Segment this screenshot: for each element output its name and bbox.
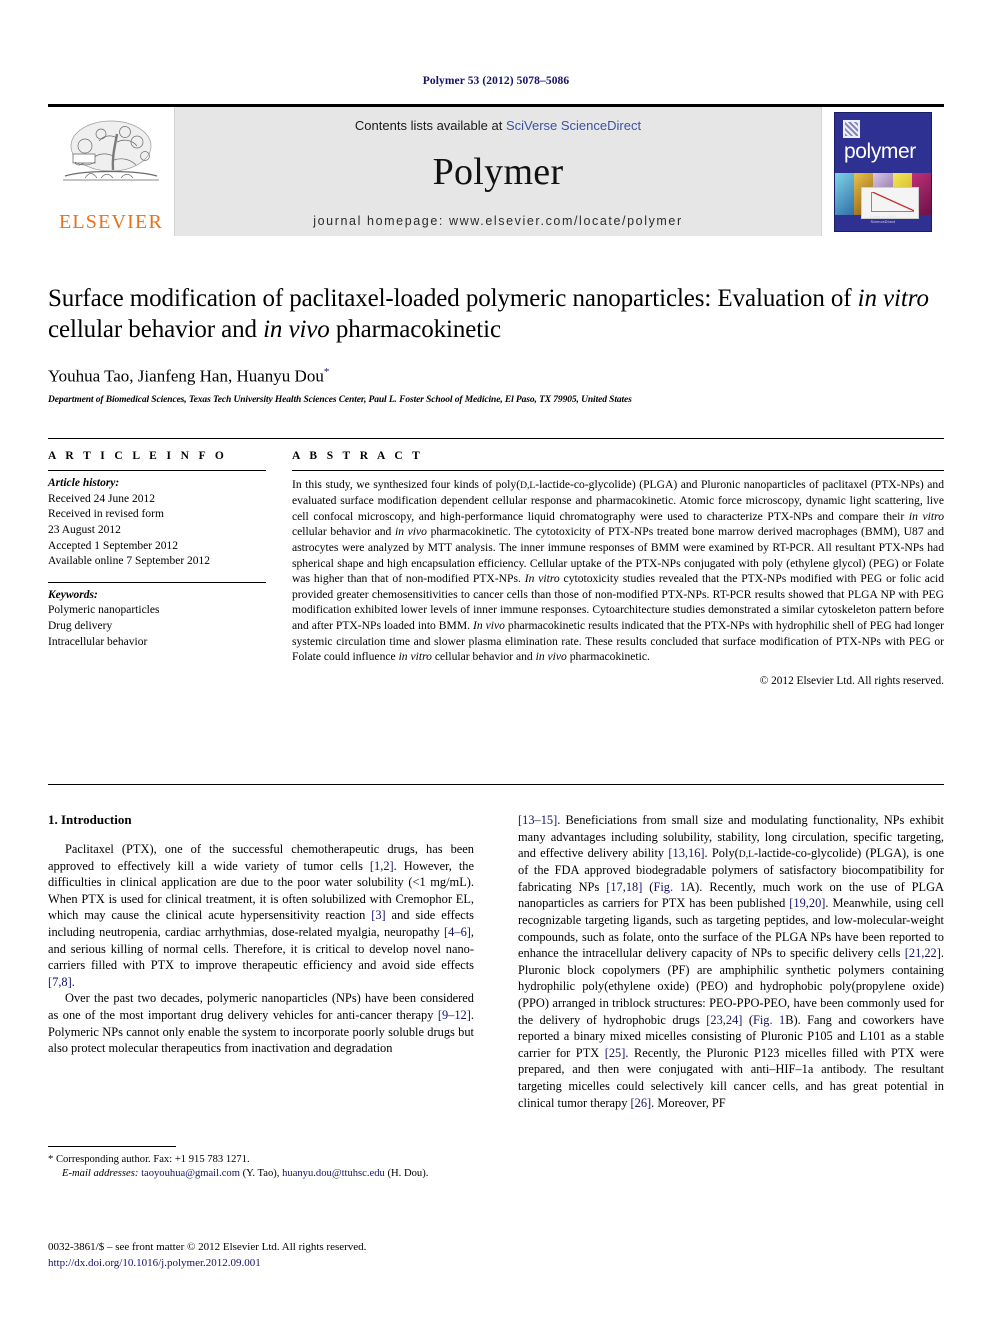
issn-copyright-line: 0032-3861/$ – see front matter © 2012 El… [48, 1241, 367, 1253]
history-item: Received in revised form [48, 508, 164, 521]
citation-link[interactable]: [25] [605, 1046, 626, 1060]
elsevier-tree-icon [55, 116, 167, 212]
citation-link[interactable]: [26] [631, 1096, 652, 1110]
author-names: Youhua Tao, Jianfeng Han, Huanyu Dou [48, 366, 324, 386]
cover-chart-inset [861, 186, 919, 219]
sciencedirect-link[interactable]: SciVerse ScienceDirect [506, 118, 641, 133]
corresponding-author-marker: * [323, 365, 330, 378]
email-link-dou[interactable]: huanyu.dou@ttuhsc.edu [282, 1168, 385, 1179]
journal-cover-thumbnail: polymer Editor-in-Chief ScienceDirect [822, 107, 944, 236]
abstract-text: In this study, we synthesized four kinds… [292, 478, 944, 664]
intro-paragraph-2: Over the past two decades, polymeric nan… [48, 991, 474, 1056]
citation-link[interactable]: [13–15] [518, 813, 557, 827]
journal-homepage-link[interactable]: journal homepage: www.elsevier.com/locat… [313, 214, 683, 228]
journal-title: Polymer [432, 150, 564, 193]
email-owner-dou: (H. Dou). [384, 1168, 429, 1180]
citation-link[interactable]: [17,18] [606, 880, 642, 894]
corresponding-author-note: * Corresponding author. Fax: +1 915 783 … [48, 1153, 474, 1182]
keywords-label: Keywords: [48, 588, 98, 601]
citation-link[interactable]: [7,8] [48, 975, 72, 989]
citation-link[interactable]: [1,2] [370, 859, 394, 873]
email-link-tao[interactable]: taoyouhua@gmail.com [141, 1168, 240, 1179]
title-in-vivo: in vivo [263, 316, 330, 344]
author-list: Youhua Tao, Jianfeng Han, Huanyu Dou* [48, 366, 944, 387]
cover-elsevier-mark-icon [843, 119, 860, 138]
body-columns: 1. Introduction Paclitaxel (PTX), one of… [48, 812, 944, 1111]
contents-prefix: Contents lists available at [354, 117, 506, 133]
citation-link[interactable]: [13,16] [668, 846, 704, 860]
email-addresses-label: E-mail addresses: [62, 1168, 139, 1180]
email-owner-tao: (Y. Tao), [239, 1168, 283, 1180]
running-head: Polymer 53 (2012) 5078–5086 [422, 75, 570, 87]
citation-link[interactable]: [21,22] [905, 946, 941, 960]
citation-link[interactable]: [23,24] [706, 1013, 742, 1027]
article-info-heading: A R T I C L E I N F O [48, 450, 228, 462]
journal-masthead: ELSEVIER Contents lists available at Sci… [48, 104, 944, 236]
intro-paragraph-3: [13–15]. Beneficiations from small size … [518, 813, 945, 1110]
history-item: Received 24 June 2012 [48, 492, 155, 505]
body-column-right: [13–15]. Beneficiations from small size … [518, 812, 944, 1111]
footnote-rule [48, 1146, 176, 1147]
contents-list-line: Contents lists available at SciVerse Sci… [355, 118, 641, 133]
info-abstract-region: A R T I C L E I N F O Article history: R… [48, 438, 944, 687]
elsevier-wordmark: ELSEVIER [58, 211, 164, 233]
citation-link[interactable]: [9–12] [438, 1008, 471, 1022]
history-item: Available online 7 September 2012 [48, 555, 211, 568]
keyword-item: Polymeric nanoparticles [48, 604, 160, 617]
elsevier-logo: ELSEVIER [48, 107, 174, 236]
title-line-2-mid: cellular behavior and [48, 316, 264, 344]
abstract-bottom-rule [48, 784, 944, 785]
cover-title: polymer [844, 139, 916, 163]
body-column-left: 1. Introduction Paclitaxel (PTX), one of… [48, 812, 474, 1111]
footnote-block: * Corresponding author. Fax: +1 915 783 … [48, 1146, 474, 1182]
title-line-1: Surface modification of paclitaxel-loade… [48, 285, 852, 312]
citation-link[interactable]: [3] [371, 908, 385, 922]
article-history: Article history: Received 24 June 2012 R… [48, 471, 266, 570]
paper-page: Polymer 53 (2012) 5078–5086 ELSEVIER Con… [0, 0, 992, 1323]
abstract-copyright: © 2012 Elsevier Ltd. All rights reserved… [759, 674, 944, 687]
masthead-center: Contents lists available at SciVerse Sci… [174, 107, 822, 236]
keyword-item: Drug delivery [48, 620, 113, 632]
intro-paragraph-1: Paclitaxel (PTX), one of the successful … [48, 842, 475, 989]
article-history-label: Article history: [48, 477, 120, 489]
corresponding-author-text: * Corresponding author. Fax: +1 915 783 … [48, 1154, 250, 1165]
section-heading-introduction: 1. Introduction [48, 812, 132, 827]
article-info-column: A R T I C L E I N F O Article history: R… [48, 439, 284, 687]
figure-link[interactable]: Fig. 1 [653, 880, 686, 894]
affiliation: Department of Biomedical Sciences, Texas… [48, 395, 632, 406]
page-title: Surface modification of paclitaxel-loade… [48, 283, 944, 346]
abstract-column: A B S T R A C T In this study, we synthe… [284, 439, 944, 687]
cover-footer-text: Editor-in-Chief ScienceDirect [870, 214, 896, 225]
citation-link[interactable]: [19,20] [789, 896, 825, 910]
title-line-2-end: pharmacokinetic [329, 316, 501, 344]
history-item: Accepted 1 September 2012 [48, 539, 178, 552]
citation-link[interactable]: [4–6] [444, 925, 471, 939]
keywords-block: Keywords: Polymeric nanoparticles Drug d… [48, 583, 266, 651]
history-item: 23 August 2012 [48, 523, 121, 536]
figure-link[interactable]: Fig. 1 [753, 1013, 785, 1027]
abstract-heading: A B S T R A C T [292, 450, 424, 462]
title-in-vitro: in vitro [857, 285, 929, 312]
title-block: Surface modification of paclitaxel-loade… [48, 283, 944, 405]
page-footer: 0032-3861/$ – see front matter © 2012 El… [48, 1240, 648, 1272]
keyword-item: Intracellular behavior [48, 635, 148, 648]
doi-link[interactable]: http://dx.doi.org/10.1016/j.polymer.2012… [48, 1256, 648, 1272]
